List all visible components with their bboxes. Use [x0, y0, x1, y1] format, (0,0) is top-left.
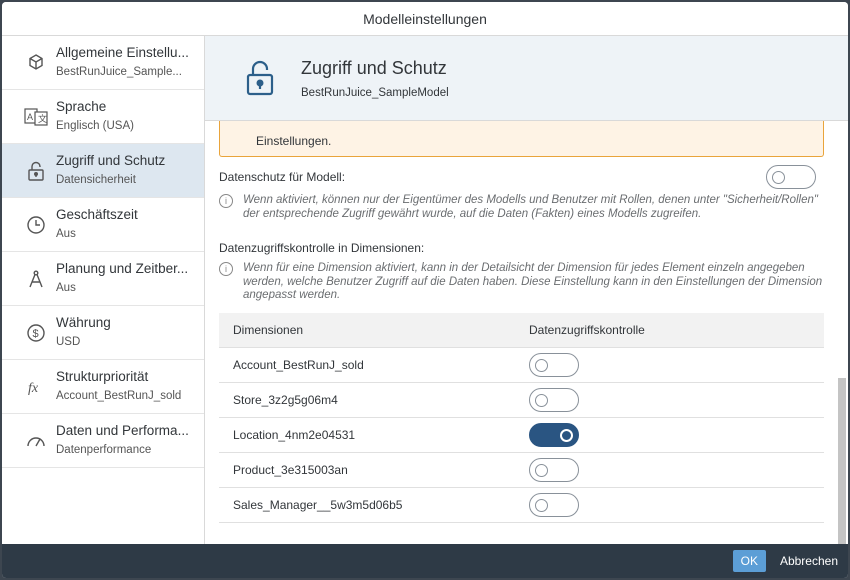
- cancel-button[interactable]: Abbrechen: [780, 554, 838, 568]
- dialog-footer: OK Abbrechen: [2, 544, 848, 578]
- settings-main: Zugriff und Schutz BestRunJuice_SampleMo…: [205, 36, 848, 544]
- access-control-toggle[interactable]: [529, 492, 579, 517]
- function-icon: fx: [24, 375, 48, 399]
- ok-button[interactable]: OK: [732, 550, 766, 572]
- sidebar-item-label: Währung: [56, 315, 111, 330]
- cube-icon: [24, 51, 48, 75]
- privacy-toggle[interactable]: [766, 165, 816, 189]
- sidebar-item-label: Daten und Performa...: [56, 423, 189, 438]
- warning-text: Einstellungen.: [256, 134, 332, 148]
- model-settings-dialog: Modelleinstellungen Allgemeine Einstellu…: [2, 2, 848, 578]
- sidebar-item-sub: Account_BestRunJ_sold: [56, 390, 182, 402]
- toggle-knob: [535, 358, 548, 372]
- access-control-toggle[interactable]: [529, 422, 579, 447]
- dac-info-text: Wenn für eine Dimension aktiviert, kann …: [243, 262, 823, 301]
- toggle-knob: [535, 393, 548, 407]
- sidebar-item-planning[interactable]: Planung und Zeitber... Aus: [2, 252, 204, 306]
- dac-info: i Wenn für eine Dimension aktiviert, kan…: [219, 262, 824, 303]
- column-header-dimensions: Dimensionen: [233, 322, 304, 337]
- dac-label: Datenzugriffskontrolle in Dimensionen:: [219, 241, 425, 255]
- dimension-name: Sales_Manager__5w3m5d06b5: [233, 497, 403, 512]
- privacy-row: Datenschutz für Modell:: [219, 165, 824, 189]
- settings-sidebar: Allgemeine Einstellu... BestRunJuice_Sam…: [2, 36, 205, 544]
- column-header-access-control: Datenzugriffskontrolle: [529, 322, 645, 337]
- vertical-scrollbar[interactable]: [838, 378, 846, 544]
- sidebar-item-label: Geschäftszeit: [56, 207, 138, 222]
- privacy-info: i Wenn aktiviert, können nur der Eigentü…: [219, 194, 824, 221]
- svg-text:文: 文: [38, 113, 47, 124]
- sidebar-item-label: Sprache: [56, 99, 107, 114]
- privacy-info-text: Wenn aktiviert, können nur der Eigentüme…: [243, 194, 818, 220]
- svg-text:fx: fx: [28, 381, 39, 396]
- info-icon: i: [219, 262, 233, 276]
- sidebar-item-language[interactable]: A文 Sprache Englisch (USA): [2, 90, 204, 144]
- svg-text:$: $: [33, 328, 39, 340]
- privacy-label: Datenschutz für Modell:: [219, 170, 346, 184]
- warning-message: Einstellungen.: [219, 121, 824, 157]
- sidebar-item-sub: BestRunJuice_Sample...: [56, 66, 182, 78]
- toggle-knob: [535, 463, 548, 477]
- settings-content: Einstellungen. Datenschutz für Modell: i…: [205, 121, 838, 544]
- sidebar-item-structure-priority[interactable]: fx Strukturpriorität Account_BestRunJ_so…: [2, 360, 204, 414]
- unlock-icon: [24, 159, 48, 183]
- sidebar-item-business-time[interactable]: Geschäftszeit Aus: [2, 198, 204, 252]
- table-row: Location_4nm2e04531: [219, 418, 824, 453]
- access-control-toggle[interactable]: [529, 352, 579, 377]
- dimensions-table: Dimensionen Datenzugriffskontrolle Accou…: [219, 312, 824, 523]
- info-icon: i: [219, 194, 233, 208]
- sidebar-item-sub: Datenperformance: [56, 444, 152, 456]
- dimension-name: Product_3e315003an: [233, 462, 348, 477]
- clock-icon: [24, 213, 48, 237]
- translate-icon: A文: [24, 105, 48, 129]
- dac-row: Datenzugriffskontrolle in Dimensionen:: [219, 241, 824, 255]
- sidebar-item-sub: USD: [56, 336, 81, 348]
- sidebar-item-sub: Aus: [56, 282, 76, 294]
- table-row: Store_3z2g5g06m4: [219, 383, 824, 418]
- sidebar-item-sub: Aus: [56, 228, 76, 240]
- toggle-knob: [535, 498, 548, 512]
- dimension-name: Account_BestRunJ_sold: [233, 357, 364, 372]
- dimension-name: Location_4nm2e04531: [233, 427, 356, 442]
- dimension-name: Store_3z2g5g06m4: [233, 392, 338, 407]
- sidebar-item-label: Allgemeine Einstellu...: [56, 45, 189, 60]
- page-title: Zugriff und Schutz: [301, 57, 447, 78]
- sidebar-item-label: Planung und Zeitber...: [56, 261, 189, 276]
- sidebar-item-label: Strukturpriorität: [56, 369, 149, 384]
- sidebar-item-currency[interactable]: $ Währung USD: [2, 306, 204, 360]
- toggle-knob: [772, 171, 785, 184]
- page-subtitle: BestRunJuice_SampleModel: [301, 86, 449, 99]
- dialog-title: Modelleinstellungen: [2, 2, 848, 36]
- gauge-icon: [24, 429, 48, 453]
- currency-icon: $: [24, 321, 48, 345]
- access-control-toggle[interactable]: [529, 457, 579, 482]
- table-header: Dimensionen Datenzugriffskontrolle: [219, 312, 824, 348]
- access-control-toggle[interactable]: [529, 387, 579, 412]
- sidebar-item-sub: Englisch (USA): [56, 120, 134, 132]
- table-row: Product_3e315003an: [219, 453, 824, 488]
- unlock-icon: [245, 60, 275, 96]
- section-header: Zugriff und Schutz BestRunJuice_SampleMo…: [205, 36, 848, 121]
- svg-text:A: A: [27, 112, 33, 122]
- table-row: Sales_Manager__5w3m5d06b5: [219, 488, 824, 523]
- sidebar-item-label: Zugriff und Schutz: [56, 153, 166, 168]
- toggle-knob: [560, 428, 573, 442]
- sidebar-item-data-performance[interactable]: Daten und Performa... Datenperformance: [2, 414, 204, 468]
- sidebar-item-sub: Datensicherheit: [56, 174, 136, 186]
- compass-icon: [24, 267, 48, 291]
- sidebar-item-access[interactable]: Zugriff und Schutz Datensicherheit: [2, 144, 204, 198]
- sidebar-item-general[interactable]: Allgemeine Einstellu... BestRunJuice_Sam…: [2, 36, 204, 90]
- table-row: Account_BestRunJ_sold: [219, 348, 824, 383]
